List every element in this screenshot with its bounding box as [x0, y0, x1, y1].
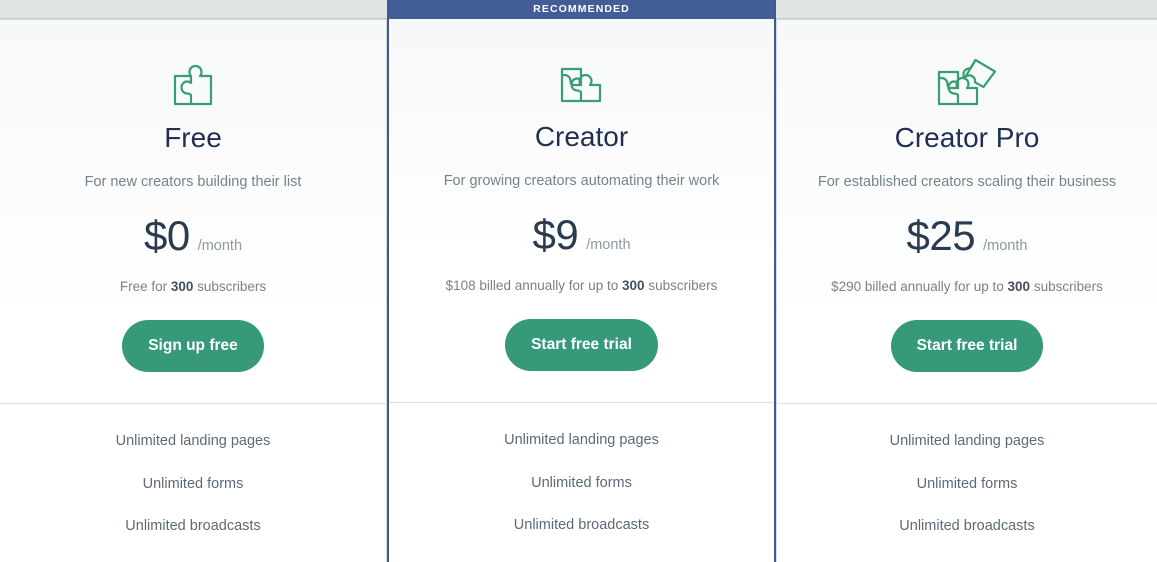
plan-feature: Unlimited broadcasts — [125, 518, 261, 535]
plan-tagline: For new creators building their list — [84, 174, 302, 190]
plan-feature: Unlimited forms — [142, 475, 244, 492]
plan-feature: Unlimited landing pages — [504, 432, 659, 449]
price-period: /month — [983, 238, 1028, 255]
price-period: /month — [197, 238, 243, 255]
price-note-prefix: $108 billed annually for up to — [445, 278, 623, 294]
plan-tagline: For growing creators automating their wo… — [443, 173, 720, 189]
price-note-subscribers: 300 — [622, 278, 645, 294]
price-note-prefix: $290 billed annually for up to — [831, 279, 1008, 295]
plan-price-note: $290 billed annually for up to 300 subsc… — [831, 279, 1103, 294]
recommended-badge: RECOMMENDED — [389, 0, 774, 19]
price-note-suffix: subscribers — [1030, 279, 1103, 295]
plan-price: $0 /month — [144, 215, 242, 257]
price-note-subscribers: 300 — [170, 279, 194, 295]
plan-card-body: Creator For growing creators automating … — [389, 19, 774, 372]
price-amount: $9 — [532, 211, 579, 259]
plan-features-list: Unlimited landing pages Unlimited forms … — [389, 402, 774, 561]
plan-features-list: Unlimited landing pages Unlimited forms … — [0, 403, 386, 562]
price-amount: $0 — [143, 212, 190, 260]
plan-feature: Unlimited landing pages — [115, 433, 271, 450]
price-note-suffix: subscribers — [644, 278, 718, 294]
puzzle-one-piece-icon — [166, 46, 220, 122]
plan-feature: Unlimited forms — [916, 475, 1018, 492]
plan-cta-button[interactable]: Start free trial — [505, 319, 658, 372]
price-amount: $25 — [906, 212, 976, 260]
plan-price: $25 /month — [907, 215, 1028, 257]
plan-name: Creator Pro — [894, 122, 1040, 153]
plan-name: Free — [164, 122, 222, 153]
pricing-plans-grid: Free For new creators building their lis… — [0, 0, 1157, 562]
plan-feature: Unlimited forms — [531, 474, 632, 491]
plan-cta-button[interactable]: Start free trial — [890, 320, 1044, 373]
price-note-suffix: subscribers — [193, 279, 267, 295]
price-note-prefix: Free for — [119, 279, 171, 295]
plan-name: Creator — [534, 121, 629, 152]
puzzle-two-pieces-icon — [554, 45, 610, 121]
plan-price-note: Free for 300 subscribers — [120, 279, 266, 294]
price-period: /month — [586, 237, 631, 254]
puzzle-three-pieces-icon — [931, 46, 1003, 122]
plan-card-creator: RECOMMENDED Creator For growing creators… — [387, 0, 776, 562]
plan-card-body: Creator Pro For established creators sca… — [777, 20, 1157, 373]
plan-feature: Unlimited broadcasts — [899, 518, 1035, 535]
plan-card-body: Free For new creators building their lis… — [0, 20, 386, 373]
plan-card-creator-pro: Creator Pro For established creators sca… — [776, 19, 1157, 562]
plan-feature: Unlimited broadcasts — [513, 517, 650, 534]
price-note-subscribers: 300 — [1007, 279, 1031, 295]
plan-feature: Unlimited landing pages — [889, 433, 1045, 450]
plan-tagline: For established creators scaling their b… — [817, 174, 1117, 190]
plan-price: $9 /month — [532, 214, 630, 256]
plan-cta-button[interactable]: Sign up free — [122, 320, 264, 373]
plan-card-free: Free For new creators building their lis… — [0, 19, 387, 562]
plan-price-note: $108 billed annually for up to 300 subsc… — [446, 278, 718, 293]
plan-features-list: Unlimited landing pages Unlimited forms … — [777, 403, 1157, 562]
